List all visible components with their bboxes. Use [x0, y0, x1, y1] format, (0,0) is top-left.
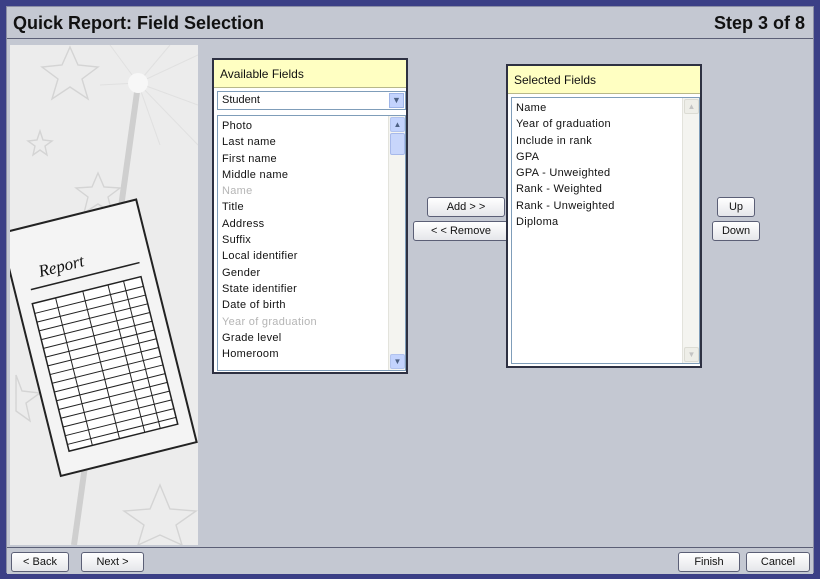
selected-fields-list[interactable]: Name Year of graduation Include in rank GPA…	[511, 97, 700, 364]
available-field-item[interactable]: Grade level	[218, 330, 405, 346]
selected-field-item[interactable]: Name	[512, 100, 699, 116]
page-title: Quick Report: Field Selection	[13, 13, 265, 33]
move-up-button[interactable]: Up	[717, 197, 755, 217]
selected-field-item[interactable]: Rank - Weighted	[512, 181, 699, 197]
star-icon	[121, 483, 198, 545]
available-field-item[interactable]: Year of graduation	[218, 314, 405, 330]
available-field-item[interactable]: Gender	[218, 265, 405, 281]
move-down-button[interactable]: Down	[712, 221, 760, 241]
available-field-item[interactable]: Homeroom	[218, 346, 405, 362]
available-fields-panel: Available Fields Student ▼ Photo Last nam…	[212, 58, 408, 374]
selected-field-item[interactable]: Diploma	[512, 214, 699, 230]
finish-button[interactable]: Finish	[678, 552, 740, 572]
field-category-value: Student	[222, 94, 260, 106]
available-field-item[interactable]: State identifier	[218, 281, 405, 297]
chevron-down-icon[interactable]: ▼	[389, 93, 404, 108]
selected-field-item[interactable]: GPA	[512, 149, 699, 165]
selected-field-item[interactable]: Include in rank	[512, 133, 699, 149]
wizard-window: Quick Report: Field Selection Step 3 of …	[6, 6, 814, 574]
remove-button[interactable]: < < Remove	[413, 221, 509, 241]
report-sparkle-graphic: Report	[10, 45, 198, 545]
available-field-item[interactable]: First name	[218, 151, 405, 167]
scroll-up-icon[interactable]: ▲	[390, 117, 405, 132]
scroll-up-icon[interactable]: ▲	[684, 99, 699, 114]
available-field-item[interactable]: Name	[218, 183, 405, 199]
available-field-item[interactable]: Local identifier	[218, 248, 405, 264]
available-field-item[interactable]: Photo	[218, 118, 405, 134]
available-field-item[interactable]: Date of birth	[218, 297, 405, 313]
next-button[interactable]: Next >	[81, 552, 144, 572]
cancel-button[interactable]: Cancel	[746, 552, 810, 572]
step-indicator: Step 3 of 8	[713, 13, 805, 33]
available-field-item[interactable]: Title	[218, 199, 405, 215]
scroll-down-icon[interactable]: ▼	[390, 354, 405, 369]
field-category-select[interactable]: Student ▼	[217, 91, 406, 110]
star-icon	[26, 128, 54, 157]
scroll-down-icon[interactable]: ▼	[684, 347, 699, 362]
main-content: Available Fields Student ▼ Photo Last nam…	[198, 45, 809, 545]
title-bar: Quick Report: Field Selection Step 3 of …	[7, 7, 813, 39]
star-icon	[40, 45, 100, 101]
selected-field-item[interactable]: GPA - Unweighted	[512, 165, 699, 181]
available-field-item[interactable]: Middle name	[218, 167, 405, 183]
selected-fields-header: Selected Fields	[508, 66, 700, 94]
available-field-item[interactable]: Last name	[218, 134, 405, 150]
available-field-item[interactable]: Suffix	[218, 232, 405, 248]
available-fields-list[interactable]: Photo Last name First name Middle name Name T…	[217, 115, 406, 371]
selected-fields-panel: Selected Fields Name Year of graduation In…	[506, 64, 702, 368]
report-illustration: Report	[10, 45, 198, 545]
add-button[interactable]: Add > >	[427, 197, 505, 217]
selected-fields-scrollbar[interactable]: ▲ ▼	[682, 98, 699, 363]
available-fields-header: Available Fields	[214, 60, 406, 88]
available-field-item[interactable]: Address	[218, 216, 405, 232]
wizard-footer: < Back Next > Finish Cancel	[7, 547, 813, 574]
selected-field-item[interactable]: Year of graduation	[512, 116, 699, 132]
scroll-thumb[interactable]	[390, 133, 405, 155]
available-fields-scrollbar[interactable]: ▲ ▼	[388, 116, 405, 370]
selected-field-item[interactable]: Rank - Unweighted	[512, 198, 699, 214]
back-button[interactable]: < Back	[11, 552, 69, 572]
